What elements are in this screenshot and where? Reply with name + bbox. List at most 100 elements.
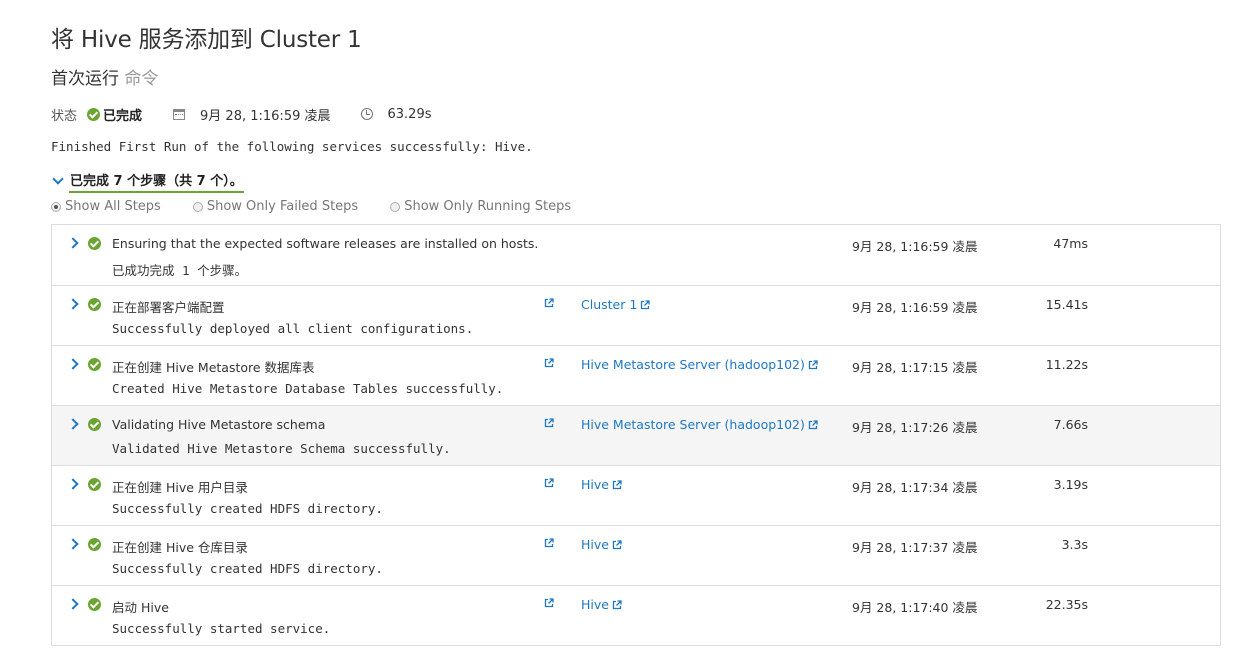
step-title: 正在创建 Hive Metastore 数据库表	[112, 360, 315, 375]
external-link-icon	[808, 359, 818, 369]
check-circle-icon	[88, 478, 101, 491]
step-title: Ensuring that the expected software rele…	[112, 236, 539, 251]
step-row: 正在部署客户端配置 Successfully deployed all clie…	[52, 285, 1220, 345]
filter-label: Show All Steps	[65, 199, 161, 214]
status-duration: 63.29s	[387, 106, 432, 122]
steps-toggle[interactable]: 已完成 7 个步骤（共 7 个）。	[51, 170, 244, 193]
radio-button[interactable]	[192, 201, 203, 212]
step-target-label: Cluster 1	[581, 297, 638, 312]
step-row: Ensuring that the expected software rele…	[52, 225, 1220, 285]
step-time: 9月 28, 1:17:37 凌晨	[852, 540, 978, 555]
step-duration: 22.35s	[1045, 597, 1088, 612]
subtitle-main: 首次运行	[51, 69, 119, 89]
page-title: 将 Hive 服务添加到 Cluster 1	[51, 27, 362, 53]
calendar-icon	[173, 108, 186, 120]
step-filters: Show All Steps Show Only Failed Steps Sh…	[51, 199, 571, 214]
steps-table: Ensuring that the expected software rele…	[51, 224, 1221, 646]
external-link-icon[interactable]	[544, 598, 554, 608]
check-circle-icon	[88, 237, 101, 250]
step-message: Created Hive Metastore Database Tables s…	[112, 381, 504, 396]
step-message: 已成功完成 1 个步骤。	[112, 263, 248, 278]
chevron-right-icon[interactable]	[67, 538, 79, 550]
chevron-right-icon[interactable]	[67, 237, 79, 249]
external-link-icon	[612, 479, 622, 489]
filter-all-steps[interactable]: Show All Steps	[51, 199, 161, 214]
step-duration: 11.22s	[1045, 357, 1088, 372]
step-time: 9月 28, 1:16:59 凌晨	[852, 239, 978, 254]
chevron-down-icon	[52, 173, 64, 185]
external-link-icon	[641, 299, 650, 309]
step-duration: 3.3s	[1061, 537, 1088, 552]
radio-button[interactable]	[51, 201, 61, 212]
step-target-label: Hive Metastore Server (hadoop102)	[581, 357, 805, 372]
status-row: 状态 已完成 9月 28, 1:16:59 凌晨 63.29s	[51, 104, 432, 124]
step-target-link[interactable]: Hive Metastore Server (hadoop102)	[581, 357, 818, 372]
external-link-icon	[612, 599, 622, 609]
step-time: 9月 28, 1:17:26 凌晨	[852, 420, 978, 435]
check-circle-icon	[88, 538, 101, 551]
result-message: Finished First Run of the following serv…	[51, 139, 533, 154]
check-circle-icon	[88, 418, 101, 431]
external-link-icon	[612, 539, 622, 549]
step-duration: 47ms	[1053, 236, 1088, 251]
step-title: 启动 Hive	[112, 600, 169, 615]
step-title: Validating Hive Metastore schema	[112, 417, 326, 432]
step-time: 9月 28, 1:17:34 凌晨	[852, 480, 978, 495]
step-message: Successfully deployed all client configu…	[112, 321, 474, 336]
step-row: 正在创建 Hive 用户目录 Successfully created HDFS…	[52, 465, 1220, 525]
step-row: 启动 Hive Successfully started service. Hi…	[52, 585, 1220, 645]
step-message: Successfully created HDFS directory.	[112, 561, 383, 576]
chevron-right-icon[interactable]	[67, 598, 79, 610]
check-circle-icon	[87, 107, 101, 121]
clock-icon	[360, 108, 373, 120]
step-target-label: Hive Metastore Server (hadoop102)	[581, 417, 805, 432]
step-target-link[interactable]: Cluster 1	[581, 297, 650, 312]
step-time: 9月 28, 1:16:59 凌晨	[852, 300, 978, 315]
external-link-icon[interactable]	[544, 358, 554, 368]
status-label: 状态	[51, 108, 78, 124]
step-time: 9月 28, 1:17:40 凌晨	[852, 600, 978, 615]
step-title: 正在创建 Hive 用户目录	[112, 480, 248, 495]
chevron-right-icon[interactable]	[67, 418, 79, 430]
check-circle-icon	[88, 358, 101, 371]
step-title: 正在部署客户端配置	[112, 300, 225, 315]
step-duration: 7.66s	[1053, 417, 1088, 432]
step-target-label: Hive	[581, 597, 609, 612]
external-link-icon[interactable]	[544, 418, 554, 428]
external-link-icon	[808, 419, 818, 429]
step-title: 正在创建 Hive 仓库目录	[112, 540, 248, 555]
filter-label: Show Only Running Steps	[404, 199, 572, 214]
external-link-icon[interactable]	[544, 298, 554, 308]
steps-summary: 已完成 7 个步骤（共 7 个）。	[69, 170, 244, 193]
external-link-icon[interactable]	[544, 478, 554, 488]
step-target-link[interactable]: Hive	[581, 537, 622, 552]
page-subtitle: 首次运行 命令	[51, 64, 158, 89]
step-time: 9月 28, 1:17:15 凌晨	[852, 360, 978, 375]
status-value: 已完成	[103, 108, 143, 124]
chevron-right-icon[interactable]	[67, 478, 79, 490]
check-circle-icon	[88, 598, 101, 611]
step-target-link[interactable]: Hive Metastore Server (hadoop102)	[581, 417, 818, 432]
step-target-label: Hive	[581, 537, 609, 552]
step-target-label: Hive	[581, 477, 609, 492]
chevron-right-icon[interactable]	[67, 298, 79, 310]
filter-label: Show Only Failed Steps	[206, 199, 359, 214]
chevron-right-icon[interactable]	[67, 358, 79, 370]
check-circle-icon	[88, 298, 101, 311]
step-row: 正在创建 Hive Metastore 数据库表 Created Hive Me…	[52, 345, 1220, 405]
step-row: Validating Hive Metastore schema Validat…	[52, 405, 1220, 465]
step-message: Successfully created HDFS directory.	[112, 501, 383, 516]
step-duration: 15.41s	[1045, 297, 1088, 312]
step-message: Validated Hive Metastore Schema successf…	[112, 441, 451, 456]
step-message: Successfully started service.	[112, 621, 331, 636]
status-datetime: 9月 28, 1:16:59 凌晨	[200, 108, 331, 124]
step-target-link[interactable]: Hive	[581, 477, 622, 492]
step-target-link[interactable]: Hive	[581, 597, 622, 612]
radio-button[interactable]	[390, 201, 401, 212]
step-row: 正在创建 Hive 仓库目录 Successfully created HDFS…	[52, 525, 1220, 585]
subtitle-muted: 命令	[124, 69, 159, 89]
step-duration: 3.19s	[1053, 477, 1088, 492]
filter-running-steps[interactable]: Show Only Running Steps	[390, 199, 571, 214]
filter-failed-steps[interactable]: Show Only Failed Steps	[192, 199, 359, 214]
external-link-icon[interactable]	[544, 538, 554, 548]
